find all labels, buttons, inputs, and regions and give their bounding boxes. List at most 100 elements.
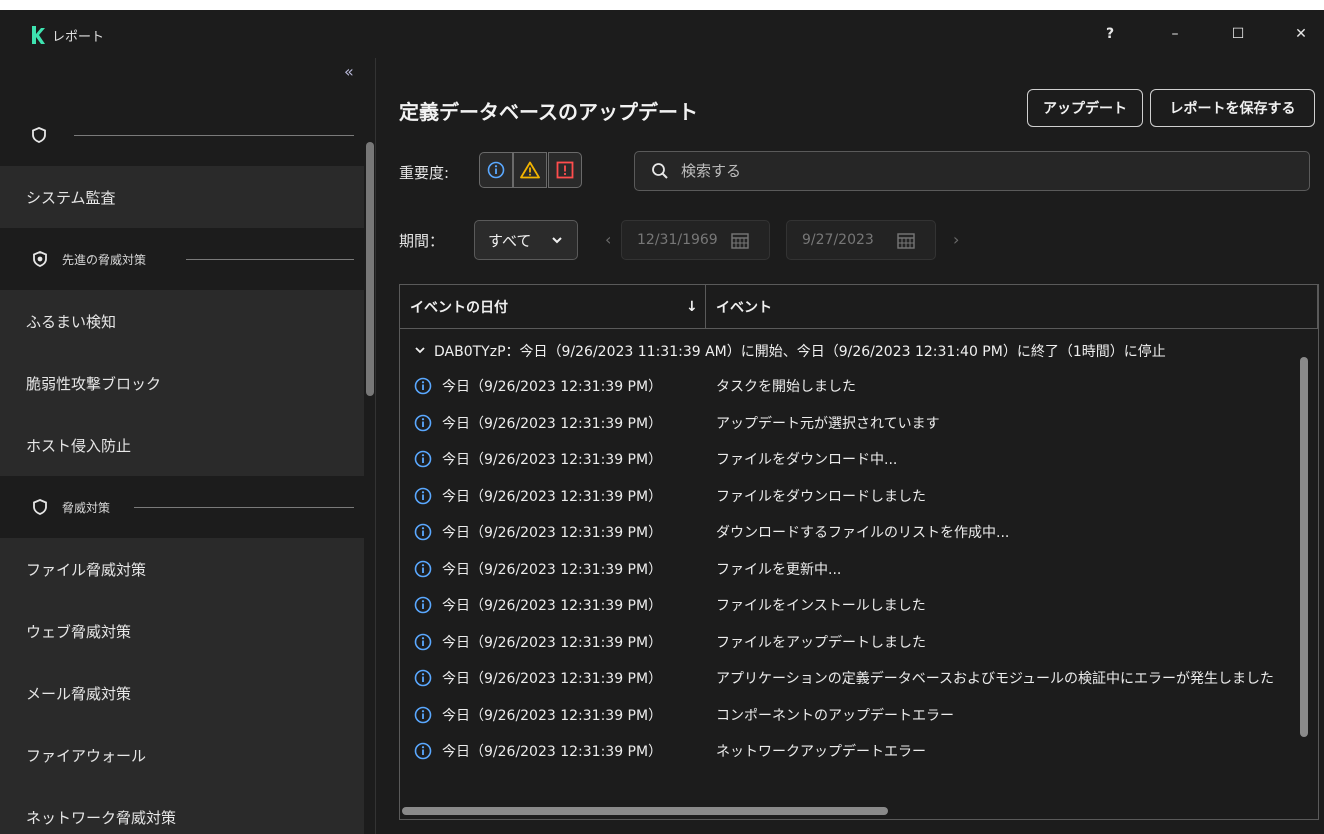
date-to-field[interactable]: 9/27/2023	[786, 220, 936, 260]
table-header: イベントの日付 ↓ イベント	[400, 285, 1318, 329]
table-row[interactable]: 今日（9/26/2023 12:31:39 PM） ファイルをダウンロードしました	[400, 479, 1318, 513]
events-table: イベントの日付 ↓ イベント DAB0TYzP：今日（9/26/2023 11:…	[399, 284, 1319, 820]
section-divider	[74, 134, 354, 136]
search-box[interactable]	[634, 151, 1310, 191]
table-row[interactable]: 今日（9/26/2023 12:31:39 PM） ネットワークアップデートエラー	[400, 734, 1318, 768]
collapse-sidebar-icon[interactable]: «	[344, 62, 354, 81]
column-header-date-label: イベントの日付	[410, 300, 508, 316]
severity-critical-toggle[interactable]	[548, 152, 582, 188]
warning-triangle-icon	[520, 161, 540, 179]
shield-icon	[33, 499, 47, 515]
event-text-cell: ファイルをダウンロードしました	[716, 488, 926, 505]
table-row[interactable]: 今日（9/26/2023 12:31:39 PM） ファイルをアップデートしました	[400, 625, 1318, 659]
section-divider	[186, 258, 354, 260]
sidebar-scrollbar[interactable]	[366, 142, 374, 396]
info-circle-icon	[414, 377, 432, 395]
update-button[interactable]: アップデート	[1027, 89, 1143, 127]
event-text-cell: ダウンロードするファイルのリストを作成中...	[716, 525, 1010, 541]
severity-info-toggle[interactable]	[479, 152, 513, 188]
column-divider[interactable]	[705, 285, 706, 329]
calendar-icon	[897, 233, 915, 249]
sidebar-item-behavior-detection[interactable]: ふるまい検知	[0, 290, 364, 352]
event-date-cell: 今日（9/26/2023 12:31:39 PM）	[442, 634, 663, 651]
event-text-cell: ファイルをアップデートしました	[716, 634, 926, 651]
severity-warning-toggle[interactable]	[513, 152, 547, 188]
event-date-cell: 今日（9/26/2023 12:31:39 PM）	[442, 707, 663, 724]
table-row[interactable]: 今日（9/26/2023 12:31:39 PM） ファイルを更新中...	[400, 552, 1318, 586]
main-panel: 定義データベースのアップデート アップデート レポートを保存する 重要度: 検索…	[377, 58, 1324, 834]
info-circle-icon	[487, 161, 505, 179]
event-date-cell: 今日（9/26/2023 12:31:39 PM）	[442, 561, 663, 578]
info-circle-icon	[414, 450, 432, 468]
info-circle-icon	[414, 742, 432, 760]
event-date-cell: 今日（9/26/2023 12:31:39 PM）	[442, 488, 663, 505]
severity-label: 重要度:	[399, 164, 450, 182]
sidebar-item-host-intrusion[interactable]: ホスト侵入防止	[0, 414, 364, 476]
sidebar-section-top	[0, 104, 364, 166]
column-header-event[interactable]: イベント	[716, 285, 772, 329]
info-circle-icon	[414, 633, 432, 650]
event-text-cell: ファイルをインストールしました	[716, 598, 926, 614]
event-text-cell: ファイルを更新中...	[716, 561, 842, 578]
sidebar-section-label: 脅威対策	[62, 500, 111, 515]
info-circle-icon	[414, 706, 432, 723]
info-circle-icon	[414, 669, 432, 687]
table-row[interactable]: 今日（9/26/2023 12:31:39 PM） アプリケーションの定義データベ…	[400, 661, 1318, 695]
column-divider[interactable]	[1317, 285, 1318, 329]
table-horizontal-scrollbar[interactable]	[402, 807, 888, 815]
sidebar-section-threat-protection: 脅威対策	[0, 476, 364, 538]
date-prev-arrow-icon[interactable]: ‹	[605, 230, 611, 249]
report-window: レポート ? – ☐ ✕ « システム監査 先進の脅威対策 ふるまい検知 脆弱性…	[0, 10, 1324, 834]
sidebar-section-label: 先進の脅威対策	[62, 252, 147, 267]
sidebar: « システム監査 先進の脅威対策 ふるまい検知 脆弱性攻撃ブロック ホスト侵入防…	[0, 58, 376, 834]
event-text-cell: ネットワークアップデートエラー	[716, 744, 926, 760]
sidebar-item-web-threat[interactable]: ウェブ脅威対策	[0, 600, 364, 662]
window-title: レポート	[52, 30, 105, 45]
event-group-row[interactable]: DAB0TYzP：今日（9/26/2023 11:31:39 AM）に開始、今日…	[400, 334, 1318, 368]
maximize-button[interactable]: ☐	[1226, 22, 1250, 46]
column-header-date[interactable]: イベントの日付 ↓	[410, 285, 706, 329]
event-date-cell: 今日（9/26/2023 12:31:39 PM）	[442, 598, 663, 614]
period-value: すべて	[488, 231, 532, 250]
event-date-cell: 今日（9/26/2023 12:31:39 PM）	[442, 744, 663, 760]
info-circle-icon	[414, 414, 432, 431]
sidebar-item-mail-threat[interactable]: メール脅威対策	[0, 662, 364, 724]
period-dropdown[interactable]: すべて	[474, 220, 578, 260]
sidebar-item-system-audit[interactable]: システム監査	[0, 166, 364, 228]
chevron-down-icon	[552, 237, 562, 244]
event-date-cell: 今日（9/26/2023 12:31:39 PM）	[442, 525, 663, 541]
table-row[interactable]: 今日（9/26/2023 12:31:39 PM） ファイルをダウンロード中...	[400, 442, 1318, 476]
event-text-cell: コンポーネントのアップデートエラー	[716, 707, 954, 724]
shield-icon	[33, 251, 47, 267]
sidebar-item-file-threat[interactable]: ファイル脅威対策	[0, 538, 364, 600]
table-row[interactable]: 今日（9/26/2023 12:31:39 PM） タスクを開始しました	[400, 369, 1318, 403]
event-date-cell: 今日（9/26/2023 12:31:39 PM）	[442, 671, 663, 687]
minimize-button[interactable]: –	[1163, 22, 1187, 46]
info-circle-icon	[414, 487, 432, 504]
critical-square-icon	[556, 161, 574, 179]
sidebar-item-network-threat[interactable]: ネットワーク脅威対策	[0, 786, 364, 834]
date-from-field[interactable]: 12/31/1969	[621, 220, 770, 260]
info-circle-icon	[414, 560, 432, 577]
title-bar: レポート ? – ☐ ✕	[0, 10, 1324, 58]
table-row[interactable]: 今日（9/26/2023 12:31:39 PM） ダウンロードするファイルのリス…	[400, 515, 1318, 549]
close-button[interactable]: ✕	[1289, 22, 1313, 46]
table-vertical-scrollbar[interactable]	[1300, 357, 1308, 737]
page-title: 定義データベースのアップデート	[399, 100, 698, 124]
date-next-arrow-icon[interactable]: ›	[953, 230, 959, 249]
chevron-down-icon	[415, 347, 425, 354]
event-date-cell: 今日（9/26/2023 12:31:39 PM）	[442, 379, 663, 395]
table-row[interactable]: 今日（9/26/2023 12:31:39 PM） コンポーネントのアップデートエ…	[400, 698, 1318, 732]
info-circle-icon	[414, 596, 432, 614]
calendar-icon	[731, 233, 749, 249]
table-row[interactable]: 今日（9/26/2023 12:31:39 PM） アップデート元が選択されていま…	[400, 406, 1318, 440]
sidebar-item-exploit-prevention[interactable]: 脆弱性攻撃ブロック	[0, 352, 364, 414]
save-report-button[interactable]: レポートを保存する	[1150, 89, 1315, 127]
event-date-cell: 今日（9/26/2023 12:31:39 PM）	[442, 415, 663, 432]
help-button[interactable]: ?	[1098, 22, 1122, 46]
period-label: 期間：	[399, 232, 445, 250]
sort-descending-icon[interactable]: ↓	[686, 299, 698, 315]
table-row[interactable]: 今日（9/26/2023 12:31:39 PM） ファイルをインストールしました	[400, 588, 1318, 622]
sidebar-item-firewall[interactable]: ファイアウォール	[0, 724, 364, 786]
search-input[interactable]	[681, 160, 1281, 182]
